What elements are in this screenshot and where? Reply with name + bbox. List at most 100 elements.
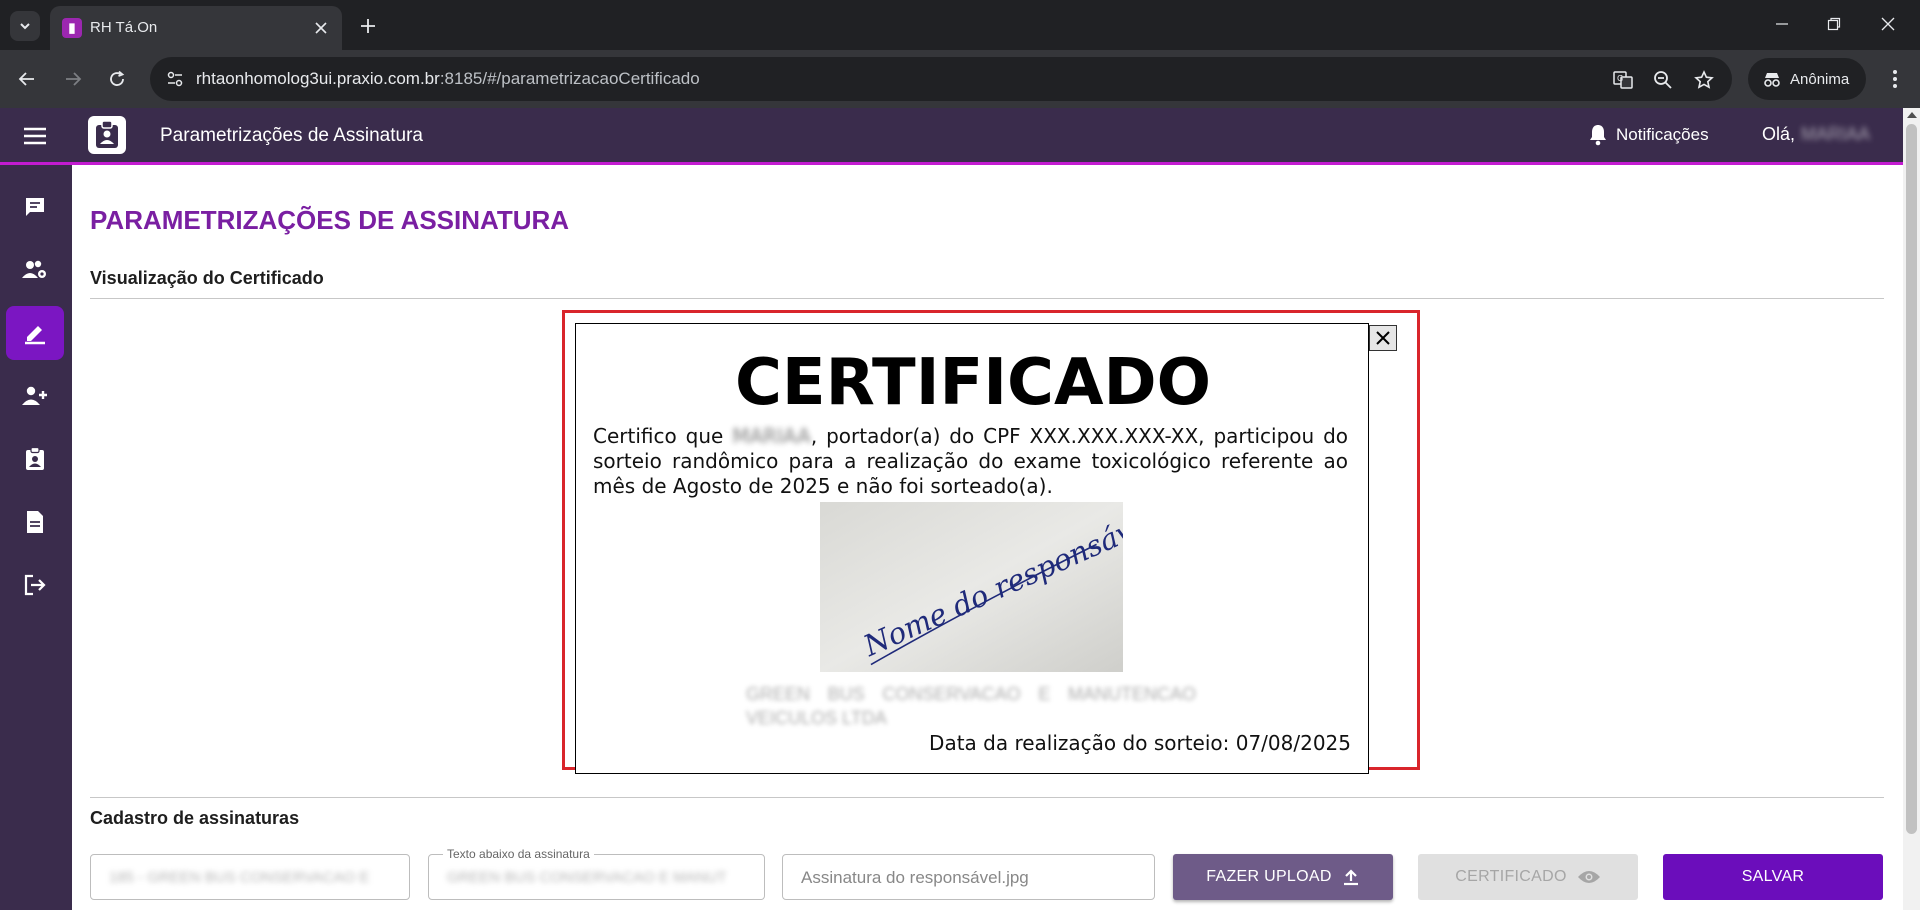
scroll-up-arrow-icon[interactable]: [1907, 112, 1917, 118]
scroll-thumb[interactable]: [1906, 124, 1917, 834]
certificate-preview: CERTIFICADO Certifico que MARIAA, portad…: [575, 323, 1369, 774]
close-icon: [1376, 331, 1390, 345]
certificate-body: Certifico que MARIAA, portador(a) do CPF…: [593, 424, 1348, 499]
text-below-signature-field[interactable]: Texto abaixo da assinatura GREEN BUS CON…: [428, 847, 765, 900]
certificate-button-label: CERTIFICADO: [1455, 868, 1567, 885]
clipboard-badge-icon: [26, 447, 44, 470]
site-info-button[interactable]: [160, 65, 190, 93]
document-icon: [27, 511, 43, 533]
close-icon: [1881, 17, 1895, 31]
profile-label: Anônima: [1790, 70, 1850, 88]
preview-section-divider: [90, 298, 1884, 299]
save-button[interactable]: SALVAR: [1663, 854, 1883, 900]
signature-image: Nome do responsável: [820, 502, 1123, 672]
chat-icon: [26, 198, 44, 216]
url-host: rhtaonhomolog3ui.praxio.com.br: [196, 69, 440, 88]
certificate-text-start: Certifico que: [593, 424, 724, 448]
kebab-menu-icon: [1893, 70, 1897, 88]
close-preview-button[interactable]: [1369, 325, 1397, 351]
company-select[interactable]: 185 - GREEN BUS CONSERVACAO E: [90, 854, 410, 900]
sidebar-item-add-user[interactable]: [6, 369, 64, 423]
page-scrollbar[interactable]: [1903, 108, 1920, 910]
greeting-label: Olá,: [1762, 124, 1796, 144]
register-section-title: Cadastro de assinaturas: [90, 808, 300, 828]
sidebar-item-logout[interactable]: [6, 558, 64, 612]
zoom-button[interactable]: [1650, 67, 1676, 93]
tab-close-button[interactable]: [310, 17, 332, 39]
arrow-right-icon: [66, 72, 82, 86]
app-favicon-icon: ▮: [62, 18, 82, 38]
certificate-person-name: MARIAA: [732, 424, 811, 448]
upload-button[interactable]: FAZER UPLOAD: [1173, 854, 1393, 900]
bookmark-button[interactable]: [1691, 67, 1717, 93]
notifications-label: Notificações: [1616, 125, 1709, 144]
close-icon: [315, 22, 327, 34]
signature-file-placeholder: Assinatura do responsável.jpg: [801, 868, 1029, 887]
browser-tabstrip: ▮ RH Tá.On: [0, 0, 1920, 50]
add-user-icon: [22, 386, 47, 405]
sidebar-item-messages[interactable]: [6, 180, 64, 234]
users-settings-icon: [22, 260, 46, 278]
forward-button[interactable]: [58, 64, 88, 94]
tune-icon: [167, 71, 183, 87]
upload-icon: [1343, 869, 1358, 886]
close-window-button[interactable]: [1866, 6, 1910, 42]
translate-icon: G: [1613, 71, 1633, 89]
draw-date: Data da realização do sorteio: 07/08/202…: [929, 731, 1351, 755]
new-tab-button[interactable]: [353, 11, 383, 41]
svg-text:G: G: [1617, 74, 1623, 83]
menu-toggle-button[interactable]: [20, 123, 50, 149]
sidebar-item-users-settings[interactable]: [6, 243, 64, 297]
edit-pen-icon: [25, 326, 45, 345]
register-section-divider: [90, 797, 1884, 798]
restore-icon: [1827, 17, 1841, 31]
address-bar[interactable]: rhtaonhomolog3ui.praxio.com.br:8185/#/pa…: [150, 57, 1732, 101]
tab-title: RH Tá.On: [90, 19, 158, 36]
text-below-signature-label: Texto abaixo da assinatura: [443, 847, 594, 861]
browser-menu-button[interactable]: [1880, 64, 1910, 94]
bell-icon: [1590, 125, 1606, 146]
back-button[interactable]: [12, 64, 42, 94]
notifications-button[interactable]: Notificações: [1588, 124, 1709, 146]
minimize-icon: [1776, 23, 1788, 25]
company-name: GREEN BUS CONSERVACAO E MANUTENCAO VEICU…: [746, 684, 1196, 728]
translate-button[interactable]: G: [1610, 67, 1636, 93]
reload-icon: [110, 70, 125, 86]
eye-icon: [1577, 871, 1600, 883]
tab-search-button[interactable]: [10, 11, 40, 41]
browser-toolbar: rhtaonhomolog3ui.praxio.com.br:8185/#/pa…: [0, 50, 1920, 108]
sidebar-item-signatures[interactable]: [6, 306, 64, 360]
incognito-icon: [1764, 73, 1780, 87]
app-header: Parametrizações de Assinatura Notificaçõ…: [0, 108, 1903, 165]
hamburger-icon: [24, 127, 46, 145]
logout-icon: [24, 574, 46, 596]
reload-button[interactable]: [102, 64, 132, 94]
user-name: MARIAA: [1801, 124, 1871, 144]
browser-tab[interactable]: ▮ RH Tá.On: [50, 6, 342, 50]
incognito-profile-button[interactable]: Anônima: [1748, 58, 1866, 100]
badge-logo-icon: [96, 120, 118, 148]
header-title: Parametrizações de Assinatura: [160, 125, 423, 146]
url-text: rhtaonhomolog3ui.praxio.com.br:8185/#/pa…: [196, 69, 700, 89]
preview-section-title: Visualização do Certificado: [90, 268, 324, 288]
chevron-down-icon: [20, 23, 30, 30]
sidebar-item-documents[interactable]: [6, 495, 64, 549]
save-button-label: SALVAR: [1741, 868, 1805, 885]
certificate-preview-button[interactable]: CERTIFICADO: [1418, 854, 1638, 900]
signature-file-field[interactable]: Assinatura do responsável.jpg: [782, 854, 1155, 900]
certificate-title: CERTIFICADO: [734, 346, 1212, 420]
arrow-left-icon: [18, 72, 34, 86]
restore-button[interactable]: [1812, 6, 1856, 42]
page-title: PARAMETRIZAÇÕES DE ASSINATURA: [90, 205, 570, 235]
zoom-out-icon: [1654, 71, 1672, 89]
app-logo: [88, 116, 126, 154]
text-below-signature-value: GREEN BUS CONSERVACAO E MANUT: [447, 869, 727, 886]
main-content: PARAMETRIZAÇÕES DE ASSINATURA Visualizaç…: [72, 165, 1903, 910]
user-greeting[interactable]: Olá, MARIAA: [1762, 124, 1870, 145]
minimize-button[interactable]: [1760, 6, 1804, 42]
company-select-value: 185 - GREEN BUS CONSERVACAO E: [109, 869, 370, 886]
sidebar: [0, 165, 72, 910]
url-path: :8185/#/parametrizacaoCertificado: [439, 69, 700, 88]
upload-button-label: FAZER UPLOAD: [1206, 868, 1332, 885]
sidebar-item-assignments[interactable]: [6, 432, 64, 486]
